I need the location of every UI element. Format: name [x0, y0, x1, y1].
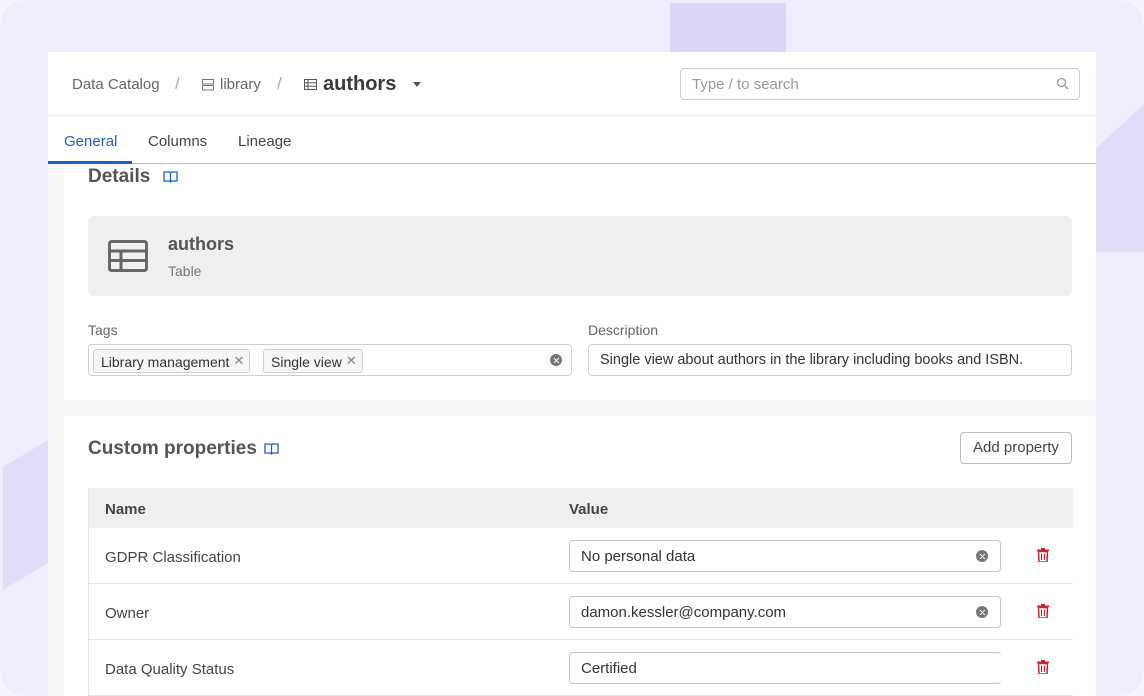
tab-lineage[interactable]: Lineage: [238, 133, 291, 150]
description-label: Description: [588, 322, 659, 338]
property-value-input[interactable]: [570, 541, 960, 571]
tag-chip[interactable]: Single view ✕: [263, 349, 363, 373]
decorative-shape: [3, 440, 48, 590]
table-row: Data Quality Status: [89, 640, 1073, 696]
tag-chip-label: Library management: [101, 354, 230, 370]
tag-chip[interactable]: Library management ✕: [93, 349, 251, 373]
properties-table: Name Value GDPR Classification No person…: [88, 488, 1073, 696]
property-value-field[interactable]: [569, 540, 1001, 572]
property-name: Data Quality Status: [105, 661, 235, 678]
breadcrumb-schema-label[interactable]: library: [220, 76, 261, 93]
documentation-icon[interactable]: [163, 170, 178, 188]
property-value-field[interactable]: [569, 596, 1001, 628]
table-row: GDPR Classification: [89, 528, 1073, 584]
add-property-button[interactable]: Add property: [960, 432, 1072, 464]
table-icon: [304, 79, 317, 90]
details-title: Details: [88, 166, 151, 187]
tag-chip-label: Single view: [271, 354, 342, 370]
trash-icon[interactable]: [1037, 548, 1049, 567]
entity-summary: authors Table: [88, 216, 1072, 296]
search-icon[interactable]: [1056, 77, 1069, 95]
clear-icon[interactable]: [976, 550, 988, 562]
description-input[interactable]: [589, 345, 1069, 375]
database-icon: [202, 78, 214, 91]
tab-bar: General Columns Lineage: [48, 117, 1096, 164]
background-frame: Data Catalog / library / authors Type / …: [0, 0, 1144, 696]
table-header: Name Value: [89, 488, 1073, 528]
search-field[interactable]: [680, 68, 1080, 100]
chevron-down-icon[interactable]: [413, 82, 421, 87]
breadcrumb-separator: /: [277, 74, 282, 93]
close-icon[interactable]: ✕: [346, 353, 357, 369]
trash-icon[interactable]: [1037, 604, 1049, 623]
tab-columns[interactable]: Columns: [148, 133, 207, 150]
breadcrumb-schema[interactable]: library: [202, 76, 261, 93]
close-icon[interactable]: ✕: [234, 353, 245, 369]
tags-input[interactable]: Library management ✕ Single view ✕: [88, 344, 572, 376]
column-header-value: Value: [569, 501, 609, 518]
tags-label: Tags: [88, 322, 118, 338]
clear-icon[interactable]: [976, 606, 988, 618]
table-icon: [108, 240, 148, 277]
entity-name: authors: [168, 234, 235, 254]
clear-icon[interactable]: [550, 354, 562, 366]
property-value-input[interactable]: [570, 597, 960, 627]
entity-type: Table: [168, 263, 202, 279]
table-row: Owner: [89, 584, 1073, 640]
decorative-shape: [670, 3, 786, 52]
column-header-name: Name: [105, 501, 146, 518]
property-name: GDPR Classification: [105, 549, 241, 566]
breadcrumb-current[interactable]: authors: [304, 73, 396, 96]
documentation-icon[interactable]: [264, 442, 279, 460]
custom-properties-title: Custom properties: [88, 438, 257, 459]
breadcrumb-root-label[interactable]: Data Catalog: [72, 76, 160, 93]
description-field[interactable]: [588, 344, 1072, 376]
top-bar: Data Catalog / library / authors Type / …: [48, 52, 1096, 116]
details-card: Details authors Table Tags Library manag…: [64, 164, 1096, 400]
search-input[interactable]: [681, 69, 1021, 99]
breadcrumb-current-label[interactable]: authors: [323, 73, 396, 96]
decorative-shape: [1096, 104, 1144, 252]
property-value-input[interactable]: [570, 653, 960, 683]
breadcrumb-root[interactable]: Data Catalog: [72, 76, 160, 93]
tab-general[interactable]: General: [64, 133, 117, 150]
property-value-field[interactable]: [569, 652, 1001, 684]
breadcrumb-separator: /: [175, 74, 180, 93]
property-name: Owner: [105, 605, 150, 622]
app-window: Data Catalog / library / authors Type / …: [48, 52, 1096, 696]
custom-properties-card: Custom properties Add property Name Valu…: [64, 416, 1096, 696]
trash-icon[interactable]: [1037, 660, 1049, 679]
